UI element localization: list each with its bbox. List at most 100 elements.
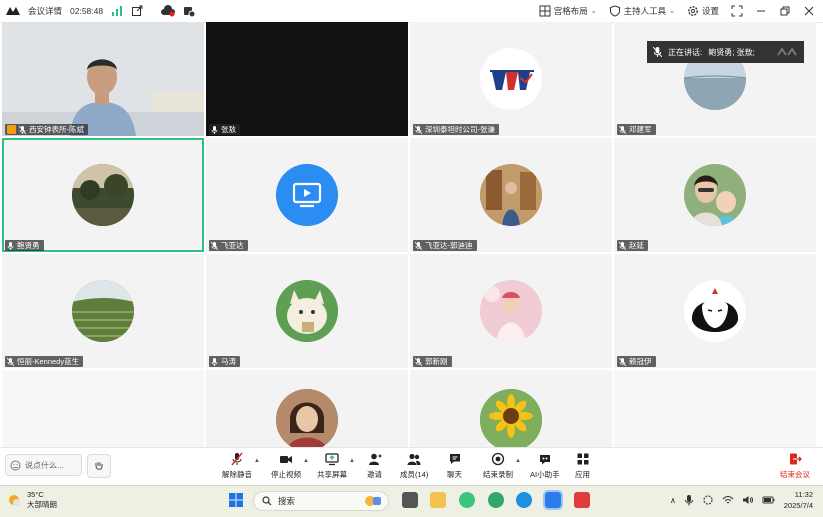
video-tile[interactable]: 深圳泰坦时公司-张谦 xyxy=(410,22,612,136)
share-screen-label: 共享屏幕 xyxy=(317,470,347,479)
chevron-up-icon[interactable]: ▲ xyxy=(349,458,355,464)
host-tools-label: 主持人工具 xyxy=(623,6,667,16)
taskbar-search[interactable]: 搜索 xyxy=(253,491,389,511)
stop-video-label: 停止视频 xyxy=(271,470,301,479)
end-record-label: 结束录制 xyxy=(483,470,513,479)
shield-badge-icon[interactable] xyxy=(183,5,196,17)
unmute-button[interactable]: 解除静音 ▲ xyxy=(222,452,260,482)
chevron-up-icon[interactable]: ▲ xyxy=(303,458,309,464)
file-explorer-icon[interactable] xyxy=(430,492,446,508)
avatar-image xyxy=(480,389,542,447)
mic-muted-icon xyxy=(231,452,243,466)
share-screen-button[interactable]: 共享屏幕 ▲ xyxy=(317,452,355,482)
chat-label: 聊天 xyxy=(447,470,462,479)
chat-button[interactable]: 聊天 xyxy=(447,452,462,482)
mic-muted-icon xyxy=(415,357,422,366)
video-tile[interactable] xyxy=(410,370,612,447)
record-icon xyxy=(491,452,505,466)
chevron-up-icon[interactable]: ▲ xyxy=(515,458,521,464)
avatar xyxy=(684,164,746,226)
windows-start-icon[interactable] xyxy=(228,492,244,508)
stop-video-button[interactable]: 停止视频 ▲ xyxy=(271,452,309,482)
avatar-image xyxy=(276,280,338,342)
minimize-icon[interactable] xyxy=(755,5,767,17)
ai-assistant-button[interactable]: AI小助手 xyxy=(530,452,560,482)
end-record-button[interactable]: 结束录制 ▲ xyxy=(483,452,521,482)
cloud-record-icon[interactable] xyxy=(161,5,176,17)
battery-icon[interactable] xyxy=(762,494,776,506)
wechat-icon[interactable] xyxy=(459,492,475,508)
meeting-app-icon[interactable] xyxy=(543,490,563,510)
participant-name: 邓建军 xyxy=(629,125,652,134)
settings-button[interactable]: 设置 xyxy=(687,5,719,17)
speaker-icon[interactable] xyxy=(742,494,754,506)
clock-date: 2025/7/4 xyxy=(783,501,813,510)
participant-name: 飞亚达 xyxy=(221,241,244,250)
members-label: 成员(14) xyxy=(400,470,429,479)
avatar-image xyxy=(276,389,338,447)
meeting-timer: 02:58:48 xyxy=(70,6,104,16)
members-button[interactable]: 成员(14) xyxy=(400,452,428,482)
video-tile[interactable]: 恒丽-Kennedy蓝生 xyxy=(2,254,204,368)
mic-icon xyxy=(7,241,14,250)
avatar xyxy=(276,280,338,342)
mic-icon[interactable] xyxy=(684,494,694,506)
video-tile[interactable]: 郭新刚 xyxy=(410,254,612,368)
signal-strength-icon[interactable] xyxy=(111,5,123,17)
video-tile[interactable] xyxy=(206,370,408,447)
close-icon[interactable] xyxy=(803,5,815,17)
video-tile[interactable]: 赵延 xyxy=(614,138,816,252)
invite-button[interactable]: 邀请 xyxy=(367,452,382,482)
unmute-label: 解除静音 xyxy=(222,470,252,479)
video-grid: 西安钟表所-陈斌 张敖 深圳泰坦时公司-张谦 邓建军 鲍贤勇 飞亚达 飞亚达-郭… xyxy=(2,22,820,447)
edge-browser-icon[interactable] xyxy=(516,492,532,508)
mic-icon xyxy=(211,357,218,366)
apps-grid-icon xyxy=(577,453,588,465)
video-tile[interactable]: 飞亚达 xyxy=(206,138,408,252)
video-tile[interactable]: 张敖 xyxy=(206,22,408,136)
search-icon xyxy=(262,496,272,506)
video-tile[interactable]: 赖冠伊 xyxy=(614,254,816,368)
wps-office-icon[interactable] xyxy=(574,492,590,508)
meeting-info-link[interactable]: 会议详情 xyxy=(28,5,62,17)
video-tile[interactable]: 邓建军 xyxy=(614,22,816,136)
layout-label: 宫格布局 xyxy=(553,6,588,16)
end-meeting-button[interactable]: 结束会议 xyxy=(780,452,810,482)
layout-dropdown[interactable]: 宫格布局 ⌄ xyxy=(539,5,597,17)
restore-icon[interactable] xyxy=(779,5,791,17)
wifi-icon[interactable] xyxy=(722,494,734,506)
system-clock[interactable]: 11:32 2025/7/4 xyxy=(784,489,813,511)
video-tile[interactable]: 西安钟表所-陈斌 xyxy=(2,22,204,136)
ai-assistant-label: AI小助手 xyxy=(530,470,560,479)
participant-name: 深圳泰坦时公司-张谦 xyxy=(425,125,495,134)
video-tile[interactable]: 飞亚达-郭迪迪 xyxy=(410,138,612,252)
video-camera-icon xyxy=(280,456,292,463)
task-view-icon[interactable] xyxy=(402,492,418,508)
weather-widget[interactable]: 35°C 大部晴朗 xyxy=(6,490,57,510)
ai-assistant-icon xyxy=(539,455,550,465)
avatar-image xyxy=(480,280,542,342)
search-highlight-icon xyxy=(365,496,381,506)
avatar-image xyxy=(684,164,746,226)
chat-input[interactable]: 说点什么... xyxy=(5,454,82,476)
host-tools-dropdown[interactable]: 主持人工具 ⌄ xyxy=(609,5,675,17)
avatar xyxy=(72,280,134,342)
mic-muted-icon xyxy=(415,125,422,134)
participant-name-tag: 西安钟表所-陈斌 xyxy=(5,124,88,135)
chevron-up-icon[interactable]: ▲ xyxy=(254,458,260,464)
speaking-label: 正在讲话: xyxy=(668,47,703,57)
exit-door-icon xyxy=(790,453,802,465)
avatar-image xyxy=(684,280,746,342)
chevron-up-icon[interactable]: ∧ xyxy=(670,496,676,505)
mic-muted-icon xyxy=(211,241,218,250)
video-tile[interactable]: 马涛 xyxy=(206,254,408,368)
avatar xyxy=(276,389,338,447)
participant-name-tag: 恒丽-Kennedy蓝生 xyxy=(5,356,84,367)
gear-icon[interactable] xyxy=(702,494,714,506)
apps-button[interactable]: 应用 xyxy=(575,452,590,482)
edge-dev-icon[interactable] xyxy=(488,492,504,508)
open-external-icon[interactable] xyxy=(131,5,143,17)
raise-hand-button[interactable] xyxy=(87,454,111,478)
fullscreen-icon[interactable] xyxy=(731,5,743,17)
video-tile-active-speaker[interactable]: 鲍贤勇 xyxy=(2,138,204,252)
